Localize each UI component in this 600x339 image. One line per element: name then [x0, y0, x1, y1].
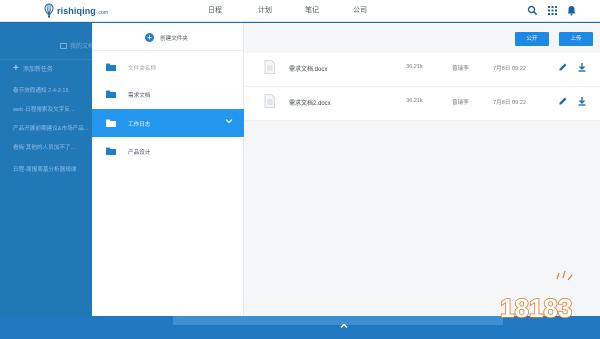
folder-item-active[interactable]: 工作日志 [92, 109, 244, 137]
app-logo[interactable]: rishiqing.com [44, 3, 108, 18]
add-task-label: 添加新任务 [22, 67, 53, 73]
bottom-strip [173, 316, 503, 325]
divider [0, 59, 92, 60]
grid-icon[interactable] [547, 5, 558, 16]
folder-icon [106, 119, 116, 127]
download-icon[interactable] [577, 96, 587, 106]
folder-icon [106, 63, 116, 71]
folder-label: 产品设计 [128, 150, 151, 156]
svg-text:18183: 18183 [500, 293, 572, 323]
public-button[interactable]: 公开 [515, 32, 549, 46]
sidebar-my-docs[interactable]: 我的文档 [60, 41, 94, 50]
task-item[interactable]: 春节放假通知 2.4-2.15 [13, 86, 92, 94]
file-owner: 曾瑞李 [452, 100, 469, 106]
task-item[interactable]: web-日程搜索及文字反... [13, 105, 92, 113]
file-owner: 曾瑞李 [452, 66, 469, 72]
nav-schedule[interactable]: 日程 [208, 5, 222, 15]
upload-button[interactable]: 上传 [559, 32, 593, 46]
sidebar: 我的文档 + 添加新任务 春节放假通知 2.4-2.15 web-日程搜索及文字… [0, 23, 94, 316]
nav-plan[interactable]: 计划 [258, 5, 272, 15]
nav-company[interactable]: 公司 [353, 5, 367, 15]
file-name[interactable]: 需求文档.docx [289, 64, 327, 73]
create-folder-button[interactable]: + 创建文件夹 [92, 23, 244, 51]
edit-pencil-icon[interactable] [558, 62, 568, 72]
file-size: 36.21k [406, 98, 423, 104]
folder-label: 文件夹名称 [128, 66, 156, 72]
nav-notes[interactable]: 笔记 [305, 5, 319, 15]
top-bar: rishiqing.com 日程 计划 笔记 公司 [0, 0, 600, 22]
watermark-logo: 18183 [499, 270, 573, 324]
sidebar-my-docs-label: 我的文档 [70, 44, 95, 50]
file-size: 36.21k [406, 64, 423, 70]
file-date: 7月8日 09:22 [493, 66, 526, 72]
bell-icon[interactable] [566, 5, 577, 16]
balloon-logo-icon [44, 3, 54, 18]
task-item[interactable]: 看板 其他的人员加不了... [13, 143, 92, 151]
document-icon [264, 60, 275, 74]
document-icon [264, 94, 275, 108]
edit-pencil-icon[interactable] [558, 96, 568, 106]
monitor-icon [60, 42, 67, 49]
folder-label: 工作日志 [128, 122, 151, 128]
folder-icon [106, 90, 116, 98]
task-item[interactable]: 日程-周报周基分析器规律 [13, 165, 92, 173]
file-name[interactable]: 需求文档2.docx [289, 98, 331, 107]
folder-item[interactable]: 文件夹名称 [92, 53, 244, 81]
file-row[interactable]: 需求文档2.docx 36.21k 曾瑞李 7月8日 09:22 [244, 87, 600, 121]
plus-icon: + [13, 62, 19, 74]
search-icon[interactable] [527, 5, 538, 16]
folder-panel: + 创建文件夹 文件夹名称 需求文档 工作日志 产品设计 [92, 23, 244, 316]
plus-circle-icon: + [145, 33, 154, 42]
logo-text: rishiqing [57, 5, 96, 16]
folder-label: 需求文档 [128, 93, 151, 99]
file-date: 7月8日 09:22 [493, 100, 526, 106]
folder-icon [106, 147, 116, 155]
add-task-button[interactable]: + 添加新任务 [13, 62, 53, 74]
folder-item[interactable]: 需求文档 [92, 80, 244, 108]
chevron-up-icon[interactable] [339, 321, 349, 331]
download-icon[interactable] [577, 62, 587, 72]
task-item[interactable]: 产品开展前期建议&市场产品... [13, 124, 92, 132]
create-folder-label: 创建文件夹 [160, 36, 188, 42]
chevron-down-icon[interactable] [225, 118, 233, 124]
file-row[interactable]: 需求文档.docx 36.21k 曾瑞李 7月8日 09:22 [244, 53, 600, 87]
logo-suffix: .com [96, 9, 109, 16]
folder-item[interactable]: 产品设计 [92, 137, 244, 165]
